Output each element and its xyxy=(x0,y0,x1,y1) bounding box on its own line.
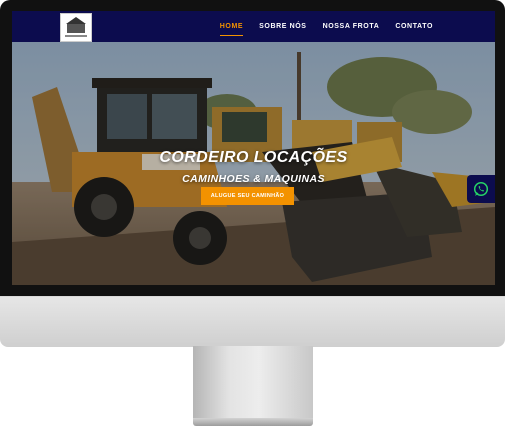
monitor-chin xyxy=(0,296,505,347)
nav-nossa-frota-link[interactable]: NOSSA FROTA xyxy=(323,11,380,42)
company-logo[interactable] xyxy=(60,13,92,42)
main-menu: HOME SOBRE NÓS NOSSA FROTA CONTATO xyxy=(219,11,433,42)
whatsapp-button[interactable] xyxy=(467,175,495,203)
rent-truck-button[interactable]: ALUGUE SEU CAMINHÃO xyxy=(201,187,294,205)
logo-roof-shape xyxy=(66,17,86,24)
hero-title: CORDEIRO LOCAÇÕES xyxy=(159,149,348,166)
hero-section: CORDEIRO LOCAÇÕES CAMINHOES & MAQUINAS A… xyxy=(12,42,495,285)
nav-sobre-nos-link[interactable]: SOBRE NÓS xyxy=(259,11,306,42)
monitor-stand-base xyxy=(193,418,313,426)
imac-mockup: HOME SOBRE NÓS NOSSA FROTA CONTATO CORDE… xyxy=(0,0,505,426)
site-header: HOME SOBRE NÓS NOSSA FROTA CONTATO xyxy=(12,11,495,42)
nav-contato-link[interactable]: CONTATO xyxy=(395,11,433,42)
monitor-stand xyxy=(193,346,313,420)
monitor-bezel: HOME SOBRE NÓS NOSSA FROTA CONTATO CORDE… xyxy=(0,0,505,296)
whatsapp-icon xyxy=(473,181,489,197)
logo-building-shape xyxy=(67,24,85,33)
nav-home-link[interactable]: HOME xyxy=(219,11,244,42)
website-screen: HOME SOBRE NÓS NOSSA FROTA CONTATO CORDE… xyxy=(12,11,495,285)
hero-subtitle: CAMINHOES & MAQUINAS xyxy=(182,173,325,185)
logo-underline xyxy=(65,35,87,37)
